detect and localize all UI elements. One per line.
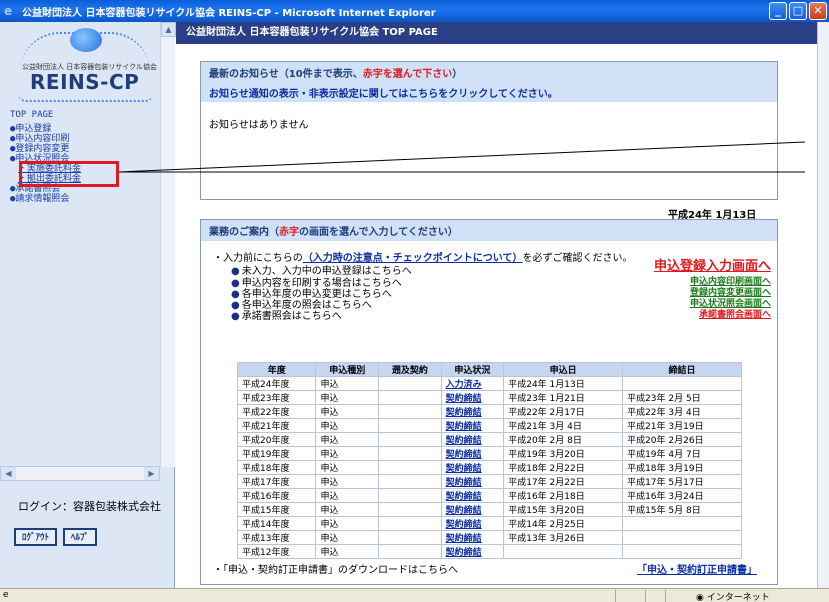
status-cell	[645, 590, 665, 602]
zone-label: インターネット	[706, 593, 770, 602]
globe-icon: ◉	[696, 593, 704, 602]
page-icon: e	[3, 590, 9, 600]
zone-indicator: ◉ インターネット	[665, 590, 829, 602]
status-bar: e ◉ インターネット	[0, 588, 829, 602]
callout-lines	[118, 141, 806, 173]
status-cell	[615, 590, 645, 602]
